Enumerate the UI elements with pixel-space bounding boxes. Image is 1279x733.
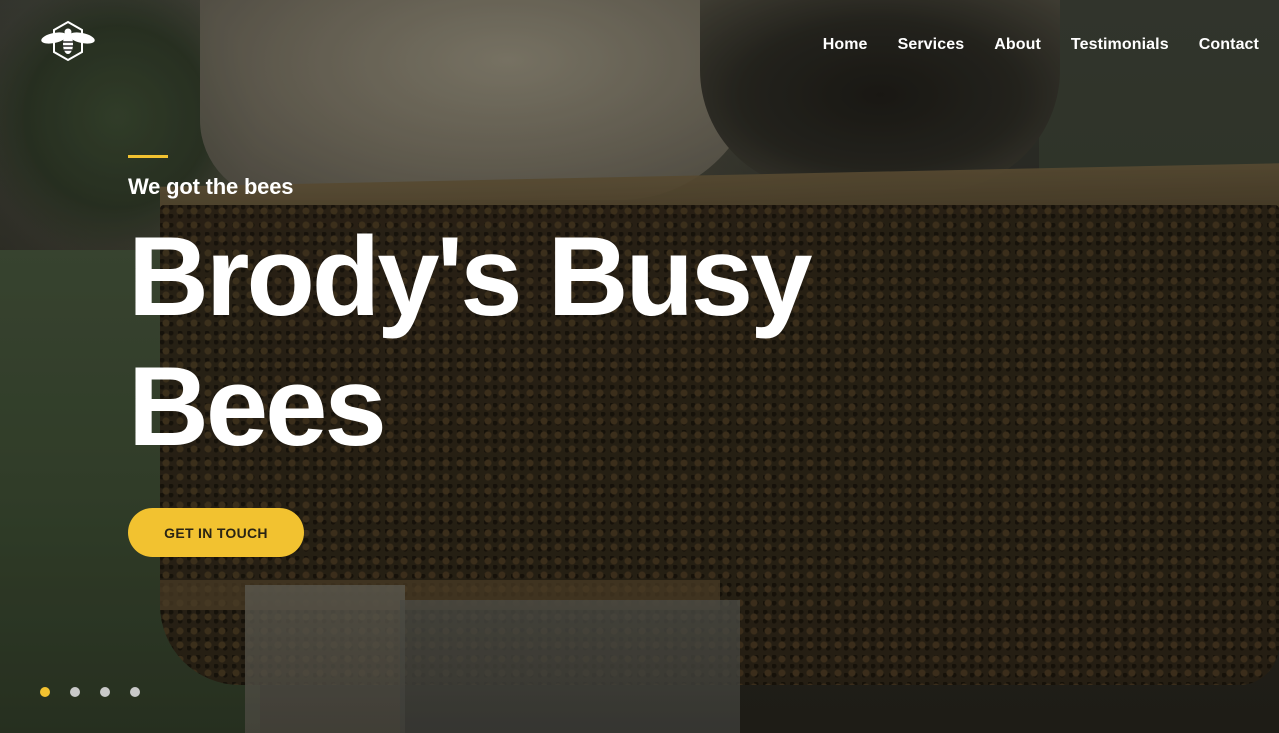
bee-hexagon-icon[interactable] [40,20,96,64]
nav-services[interactable]: Services [898,36,965,54]
nav-about[interactable]: About [994,36,1041,54]
tagline-accent-line [128,155,168,158]
hero-section: Home Services About Testimonials Contact… [0,0,1279,733]
slider-dot-3[interactable] [100,687,110,697]
slider-dot-4[interactable] [130,687,140,697]
slider-dot-1[interactable] [40,687,50,697]
nav-home[interactable]: Home [823,36,868,54]
get-in-touch-button[interactable]: GET IN TOUCH [128,508,304,557]
main-nav: Home Services About Testimonials Contact [823,36,1259,54]
nav-contact[interactable]: Contact [1199,36,1259,54]
hero-tagline: We got the bees [128,174,294,199]
slider-dot-2[interactable] [70,687,80,697]
hero-title: Brody's Busy Bees [128,214,813,469]
nav-testimonials[interactable]: Testimonials [1071,36,1169,54]
slider-dots [40,687,140,697]
